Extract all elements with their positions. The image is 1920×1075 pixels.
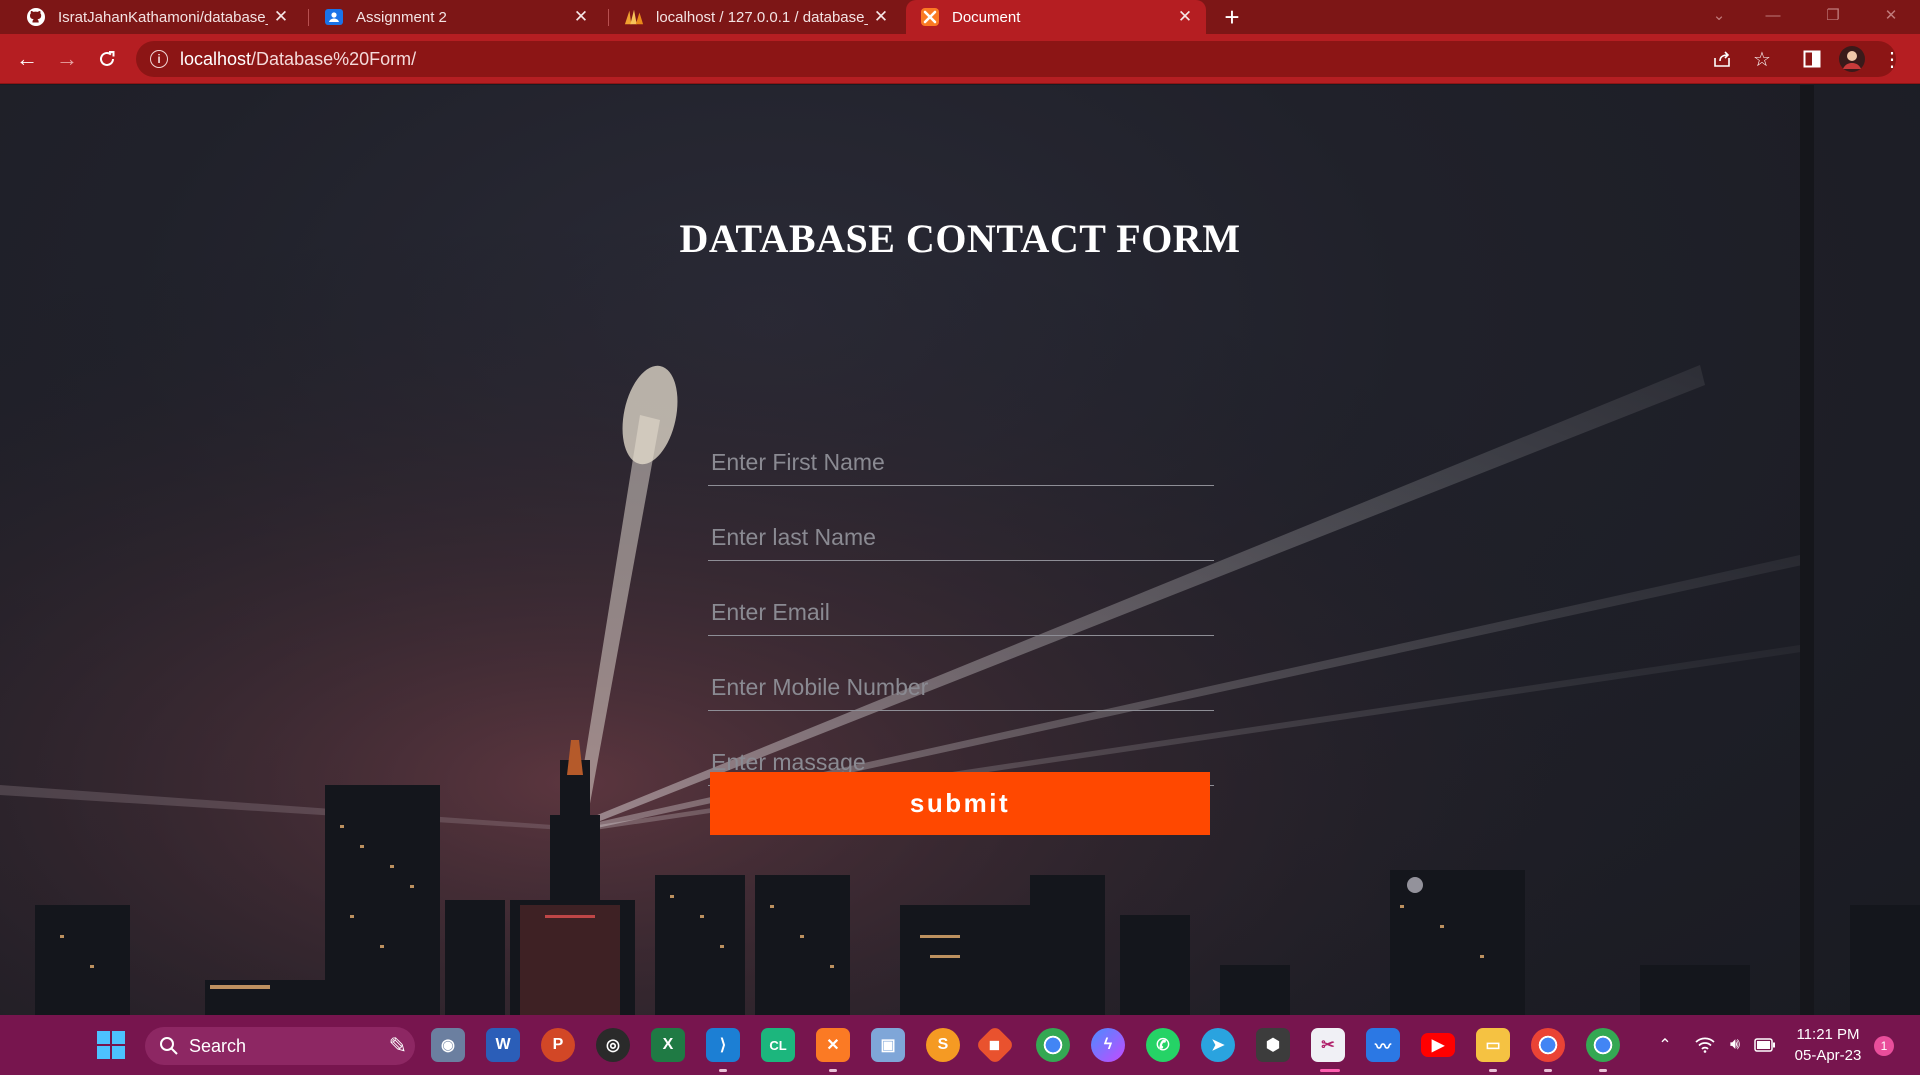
back-button[interactable]: ←: [11, 43, 43, 75]
whiteboard-app-icon[interactable]: 〰: [1366, 1028, 1400, 1062]
forward-button[interactable]: →: [51, 43, 83, 75]
site-info-icon[interactable]: i: [150, 50, 168, 68]
reload-icon: [100, 51, 115, 66]
menu-icon[interactable]: ⋮: [1876, 43, 1908, 75]
tab-title: Document: [952, 8, 1021, 26]
word-app-icon[interactable]: W: [486, 1028, 520, 1062]
close-icon[interactable]: ✕: [568, 4, 594, 30]
tab-title: IsratJahanKathamoni/database_c: [58, 8, 268, 26]
search-icon: [159, 1036, 179, 1056]
side-panel-icon[interactable]: [1796, 43, 1828, 75]
tab-search-icon[interactable]: ⌄: [1694, 0, 1744, 30]
battery-icon[interactable]: [1752, 1033, 1778, 1057]
taskbar-search-box[interactable]: Search ✎: [145, 1027, 415, 1065]
tab-phpmyadmin[interactable]: localhost / 127.0.0.1 / database_c ✕: [610, 0, 902, 34]
app-running-indicator: [829, 1069, 837, 1072]
telegram-app-icon[interactable]: ➤: [1201, 1028, 1235, 1062]
tab-github[interactable]: IsratJahanKathamoni/database_c ✕: [12, 0, 302, 34]
tab-document[interactable]: Document ✕: [906, 0, 1206, 34]
minimize-button[interactable]: —: [1748, 0, 1798, 30]
messenger-app-icon[interactable]: ϟ: [1091, 1028, 1125, 1062]
powerpoint-app-icon[interactable]: P: [541, 1028, 575, 1062]
chrome-app-icon[interactable]: [1036, 1028, 1070, 1062]
close-icon[interactable]: ✕: [1172, 4, 1198, 30]
clion-app-icon[interactable]: CL: [761, 1028, 795, 1062]
clock-time: 11:21 PM: [1796, 1026, 1860, 1043]
url-host: localhost: [180, 48, 252, 69]
chrome-profile-app-icon[interactable]: [1531, 1028, 1565, 1062]
vscode-app-icon[interactable]: ⟩: [706, 1028, 740, 1062]
address-url: localhost/Database%20Form/: [180, 49, 416, 70]
url-path: /Database%20Form/: [251, 48, 417, 69]
page-viewport: DATABASE CONTACT FORM submit: [0, 85, 1920, 1015]
browser-toolbar: ← → i localhost/Database%20Form/ ☆ ⋮: [0, 34, 1920, 84]
unity-app-icon[interactable]: ⬢: [1256, 1028, 1290, 1062]
tab-assignment[interactable]: Assignment 2 ✕: [310, 0, 602, 34]
xampp-icon: [920, 7, 940, 27]
close-icon[interactable]: ✕: [268, 4, 294, 30]
email-input[interactable]: [708, 590, 1214, 636]
whatsapp-app-icon[interactable]: ✆: [1146, 1028, 1180, 1062]
virtualbox-app-icon[interactable]: ▣: [871, 1028, 905, 1062]
classroom-icon: [324, 7, 344, 27]
search-label: Search: [189, 1035, 247, 1056]
maximize-button[interactable]: ❐: [1808, 0, 1858, 30]
search-highlight-icon: ✎: [388, 1033, 407, 1058]
reload-button[interactable]: [91, 43, 123, 75]
page-title: DATABASE CONTACT FORM: [679, 216, 1241, 261]
clock-date: 05-Apr-23: [1794, 1047, 1862, 1064]
tab-separator: [308, 9, 309, 26]
app-running-indicator: [719, 1069, 727, 1072]
chevron-up-icon[interactable]: ⌃: [1652, 1033, 1678, 1057]
close-window-button[interactable]: ✕: [1866, 0, 1916, 30]
scrollbar-edge: [1800, 85, 1814, 1015]
camera-app-icon[interactable]: ◉: [431, 1028, 465, 1062]
github-icon: [26, 7, 46, 27]
youtube-app-icon[interactable]: ▶: [1421, 1033, 1455, 1057]
submit-button[interactable]: submit: [710, 772, 1210, 835]
xampp-app-icon[interactable]: ✕: [816, 1028, 850, 1062]
tab-title: localhost / 127.0.0.1 / database_c: [656, 8, 868, 26]
browser-tab-strip: IsratJahanKathamoni/database_c ✕ Assignm…: [0, 0, 1920, 34]
app-running-indicator: [1599, 1069, 1607, 1072]
windows-taskbar: Search ✎ ◉ W P ◎ X ⟩ CL ✕ ▣ S ◆ ϟ ✆ ➤ ⬢ …: [0, 1015, 1920, 1075]
git-app-icon[interactable]: ◆: [975, 1025, 1015, 1065]
wifi-icon[interactable]: [1692, 1033, 1718, 1057]
excel-app-icon[interactable]: X: [651, 1028, 685, 1062]
volume-icon[interactable]: 🔊︎: [1722, 1033, 1748, 1057]
snipping-tool-app-icon[interactable]: ✂: [1311, 1028, 1345, 1062]
close-icon[interactable]: ✕: [868, 4, 894, 30]
share-icon[interactable]: [1706, 43, 1738, 75]
file-explorer-app-icon[interactable]: ▭: [1476, 1028, 1510, 1062]
notification-badge[interactable]: 1: [1874, 1036, 1894, 1056]
last-name-input[interactable]: [708, 515, 1214, 561]
tab-separator: [608, 9, 609, 26]
chrome-second-app-icon[interactable]: [1586, 1028, 1620, 1062]
app-running-indicator: [1489, 1069, 1497, 1072]
app-running-indicator: [1320, 1069, 1340, 1072]
phpmyadmin-icon: [624, 7, 644, 27]
obs-app-icon[interactable]: ◎: [596, 1028, 630, 1062]
mobile-number-input[interactable]: [708, 665, 1214, 711]
system-clock[interactable]: 11:21 PM 05-Apr-23: [1780, 1024, 1876, 1066]
app-running-indicator: [1544, 1069, 1552, 1072]
first-name-input[interactable]: [708, 440, 1214, 486]
address-bar[interactable]: i localhost/Database%20Form/: [136, 41, 1896, 77]
new-tab-button[interactable]: +: [1218, 2, 1246, 32]
sublime-app-icon[interactable]: S: [926, 1028, 960, 1062]
tab-title: Assignment 2: [356, 8, 447, 26]
bookmark-star-icon[interactable]: ☆: [1746, 43, 1778, 75]
profile-avatar[interactable]: [1836, 43, 1868, 75]
windows-start-icon[interactable]: [94, 1028, 128, 1062]
